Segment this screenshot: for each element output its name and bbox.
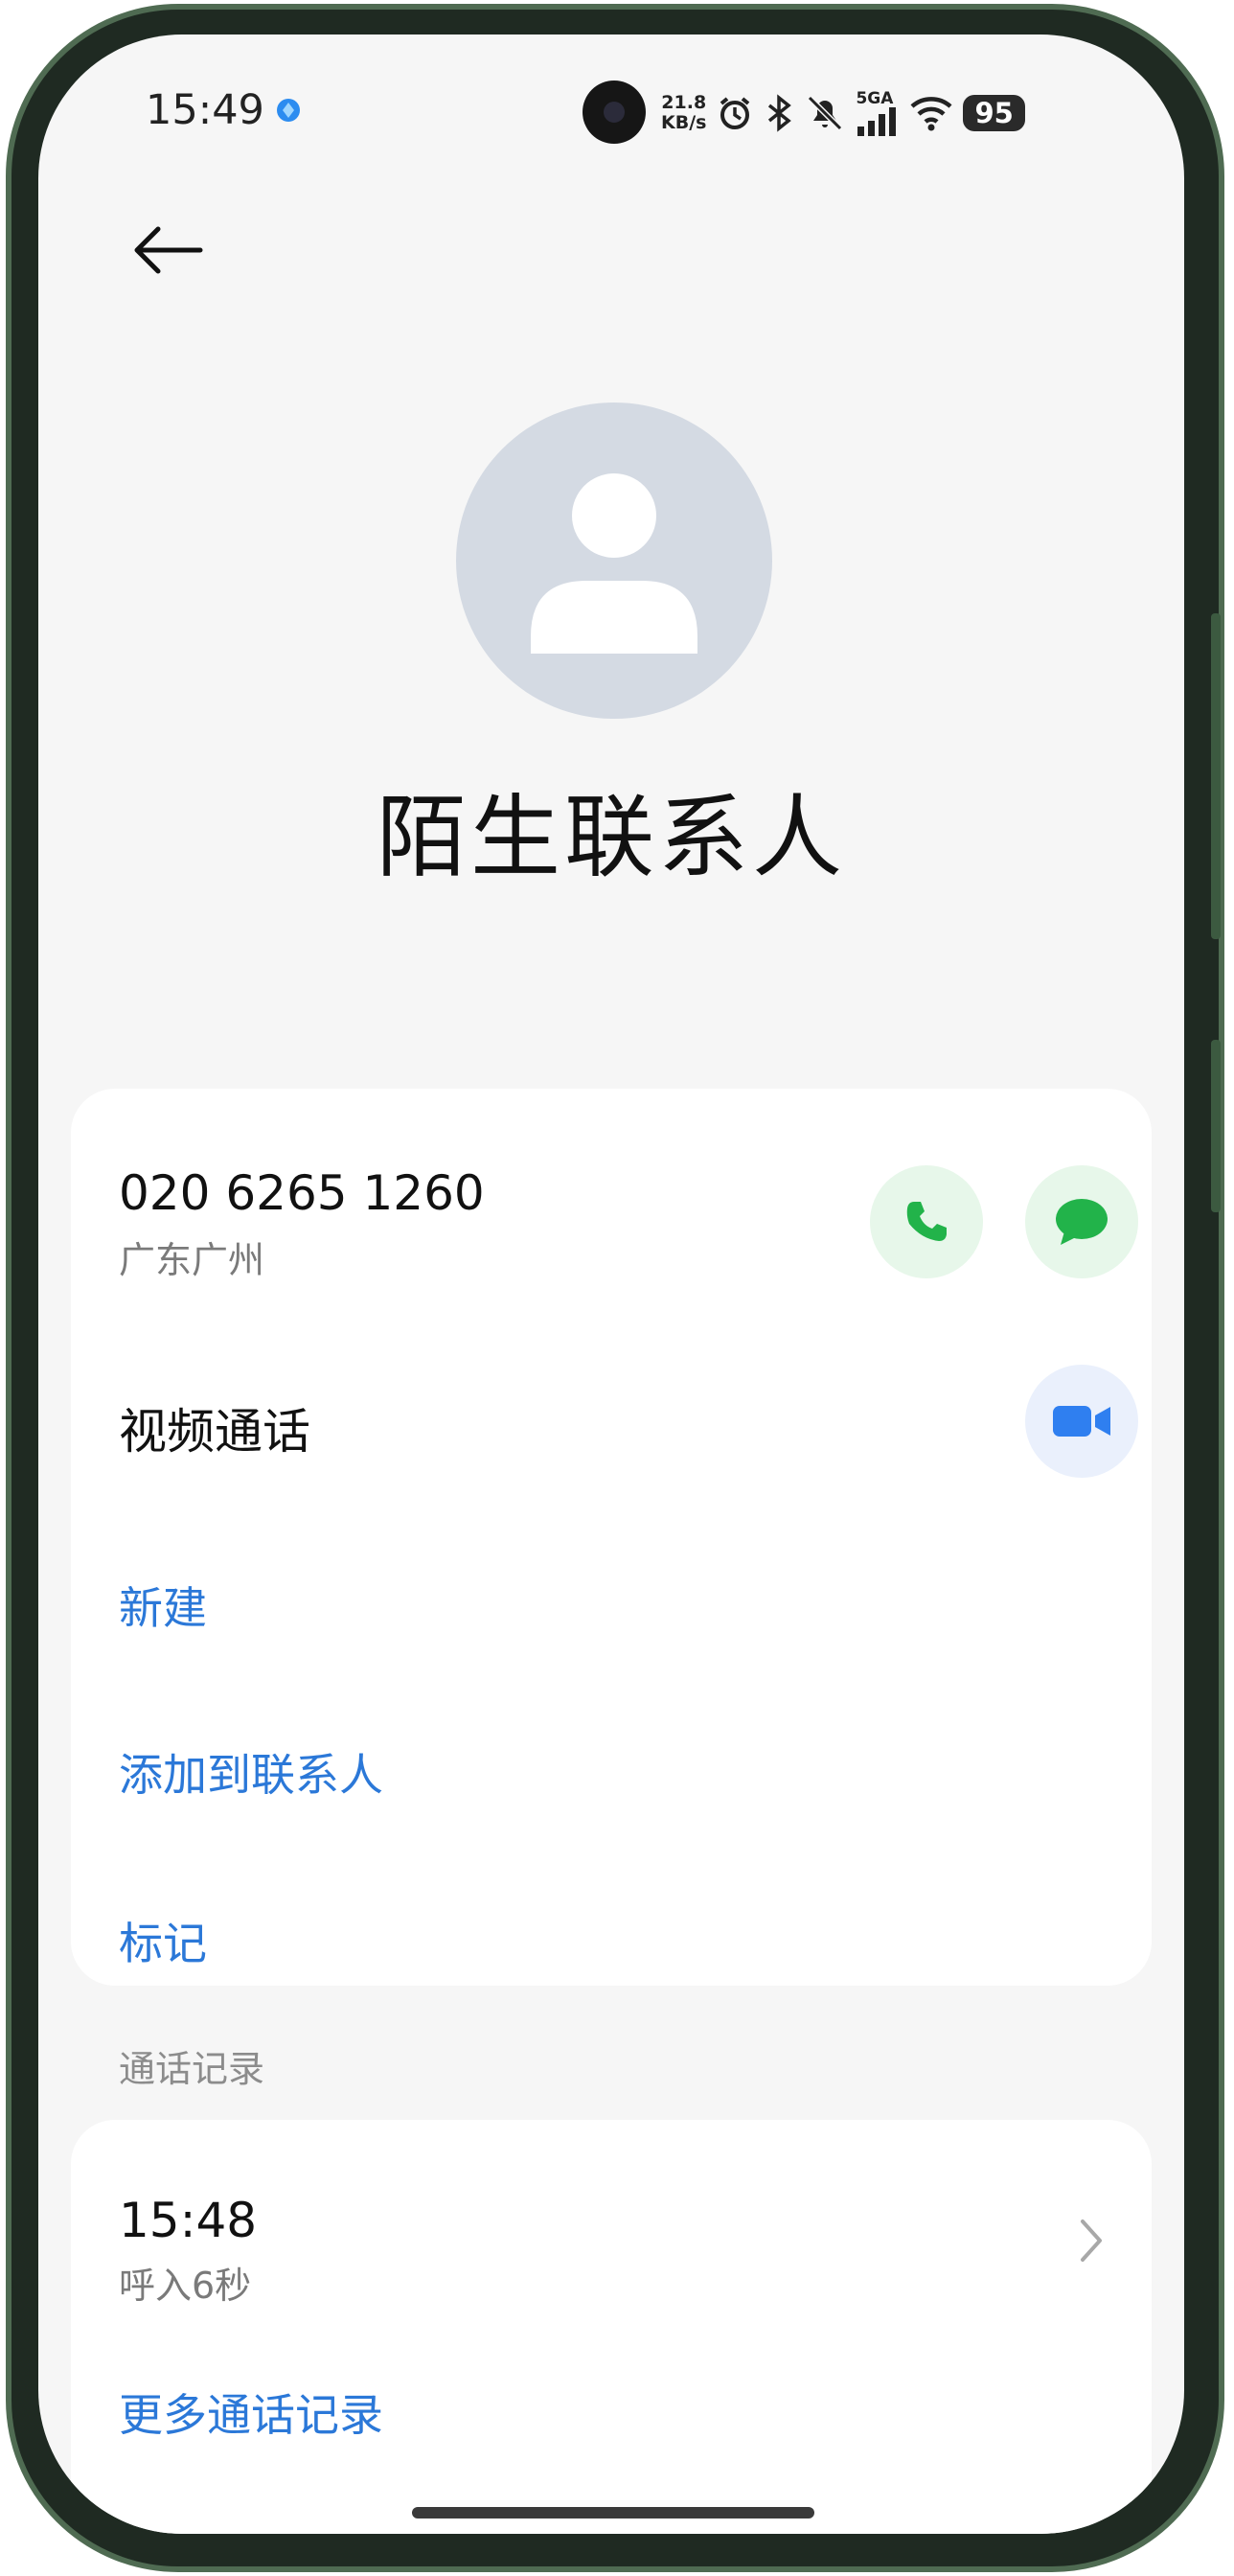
person-icon xyxy=(531,473,697,654)
mark-button[interactable]: 标记 xyxy=(119,1909,207,1972)
phone-icon xyxy=(906,1202,947,1241)
call-log-time: 15:48 xyxy=(119,2193,258,2248)
app-notification-icon xyxy=(277,99,300,122)
cell-signal: 5GA xyxy=(856,90,900,136)
contact-actions-card: 020 6265 1260 广东广州 视频通话 新建 添加到联系人 标记 xyxy=(71,1089,1152,1986)
front-camera xyxy=(583,80,646,144)
net-speed: 21.8 KB/s xyxy=(661,92,707,133)
alarm-icon xyxy=(720,97,750,129)
message-bubble-icon xyxy=(1056,1199,1108,1245)
status-time: 15:49 xyxy=(146,86,264,134)
volume-button xyxy=(1211,613,1221,939)
message-button[interactable] xyxy=(1025,1165,1138,1278)
call-log-detail: 呼入6秒 xyxy=(119,2265,252,2307)
video-call-label: 视频通话 xyxy=(119,1404,310,1460)
wifi-icon xyxy=(910,97,952,131)
call-log-title: 通话记录 xyxy=(119,2048,265,2090)
add-to-contacts-button[interactable]: 添加到联系人 xyxy=(119,1740,383,1804)
home-indicator[interactable] xyxy=(412,2507,814,2518)
power-button xyxy=(1211,1040,1221,1212)
bluetooth-icon xyxy=(768,94,792,132)
chevron-right-icon xyxy=(1081,2220,1102,2262)
mute-icon xyxy=(808,95,843,131)
video-camera-icon xyxy=(1053,1406,1110,1437)
back-arrow-icon xyxy=(134,226,203,274)
avatar xyxy=(456,402,772,719)
screen: 15:49 21.8 KB/s 5GA 95 陌生联系人 020 6265 12… xyxy=(38,34,1184,2534)
call-log-card: 15:48 呼入6秒 更多通话记录 xyxy=(71,2120,1152,2534)
phone-number[interactable]: 020 6265 1260 xyxy=(119,1165,485,1221)
status-icons: 21.8 KB/s 5GA 95 xyxy=(661,84,1025,142)
battery-icon: 95 xyxy=(963,95,1025,131)
phone-location: 广东广州 xyxy=(119,1239,265,1281)
back-button[interactable] xyxy=(115,197,220,303)
signal-icon xyxy=(857,106,897,136)
contact-name: 陌生联系人 xyxy=(376,786,846,890)
video-call-button[interactable] xyxy=(1025,1365,1138,1478)
call-button[interactable] xyxy=(870,1165,983,1278)
more-call-log-button[interactable]: 更多通话记录 xyxy=(119,2380,383,2444)
new-contact-button[interactable]: 新建 xyxy=(119,1574,207,1637)
